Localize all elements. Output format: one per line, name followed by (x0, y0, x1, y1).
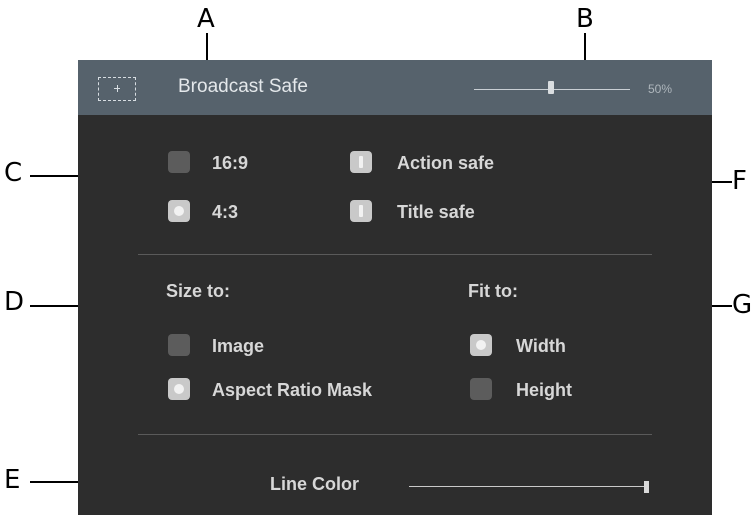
callout-b: B (576, 4, 594, 34)
opacity-slider-thumb[interactable] (548, 81, 554, 94)
radio-size-aspect-ratio-mask-dot (174, 384, 184, 394)
radio-4-3-dot (174, 206, 184, 216)
panel-header: Broadcast Safe 50% (78, 60, 712, 115)
radio-size-image[interactable] (168, 334, 190, 356)
callout-f: F (732, 166, 747, 196)
line-color-label: Line Color (270, 474, 359, 494)
callout-a: A (197, 4, 215, 34)
frame-crosshair-v (117, 85, 118, 92)
frame-icon[interactable] (98, 77, 136, 101)
radio-16-9[interactable] (168, 151, 190, 173)
action-safe-check-icon (359, 156, 363, 168)
radio-fit-height[interactable] (470, 378, 492, 400)
radio-size-image-label: Image (212, 336, 265, 356)
callout-d: D (4, 287, 25, 317)
checkbox-action-safe[interactable] (350, 151, 372, 173)
radio-4-3[interactable] (168, 200, 190, 222)
checkbox-title-safe[interactable] (350, 200, 372, 222)
radio-fit-height-label: Height (516, 380, 572, 400)
callout-c: C (4, 158, 23, 188)
callout-e: E (4, 465, 21, 495)
radio-fit-width-label: Width (516, 336, 566, 356)
panel-title: Broadcast Safe (178, 76, 308, 97)
radio-fit-width-dot (476, 340, 486, 350)
checkbox-title-safe-label: Title safe (397, 202, 475, 222)
radio-size-aspect-ratio-mask[interactable] (168, 378, 190, 400)
divider-2 (138, 434, 652, 435)
radio-16-9-label: 16:9 (212, 153, 249, 173)
opacity-value: 50% (648, 82, 673, 96)
size-to-label: Size to: (166, 281, 231, 301)
divider-1 (138, 254, 652, 255)
broadcast-safe-panel: Broadcast Safe 50% 16:9 4:3 Action safe … (78, 60, 712, 515)
line-color-slider-thumb[interactable] (644, 481, 649, 493)
checkbox-action-safe-label: Action safe (397, 153, 495, 173)
fit-to-label: Fit to: (468, 281, 518, 301)
radio-size-aspect-ratio-mask-label: Aspect Ratio Mask (212, 380, 373, 400)
radio-fit-width[interactable] (470, 334, 492, 356)
title-safe-check-icon (359, 205, 363, 217)
radio-4-3-label: 4:3 (212, 202, 239, 222)
line-color-slider-track[interactable] (409, 486, 649, 487)
callout-g: G (732, 290, 752, 320)
